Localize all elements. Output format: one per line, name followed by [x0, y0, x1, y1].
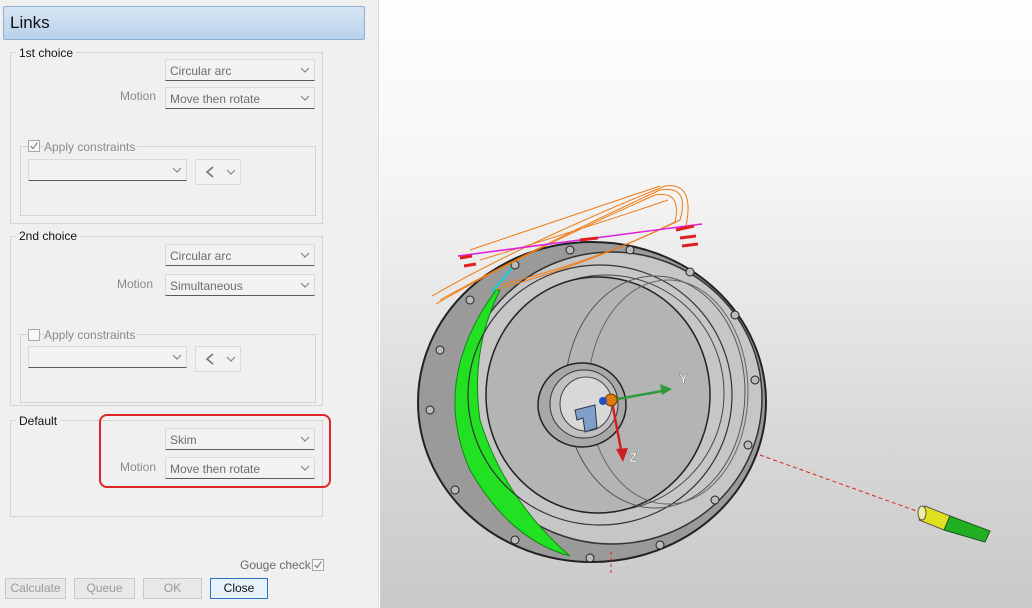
- second-choice-motion-select[interactable]: Simultaneous: [165, 274, 315, 296]
- first-choice-label: 1st choice: [16, 46, 77, 60]
- chevron-down-icon: [300, 252, 310, 258]
- chevron-down-icon: [226, 356, 236, 362]
- first-choice-apply-constraints-checkbox[interactable]: [28, 140, 40, 152]
- first-choice-constraint-select[interactable]: [28, 159, 187, 181]
- first-choice-motion-value: Move then rotate: [170, 92, 261, 106]
- second-choice-motion-value: Simultaneous: [170, 279, 243, 293]
- close-button[interactable]: Close: [210, 578, 268, 599]
- chevron-down-icon: [300, 282, 310, 288]
- dialog-title: Links: [10, 13, 50, 32]
- second-choice-link-type-value: Circular arc: [170, 249, 232, 263]
- ok-button[interactable]: OK: [143, 578, 202, 599]
- first-choice-comparator-select[interactable]: [195, 159, 241, 185]
- default-highlight-box: [99, 414, 331, 488]
- second-choice-constraints-group: [20, 334, 316, 403]
- links-dialog: Links 1st choice Circular arc Motion Mov…: [0, 0, 379, 608]
- default-label: Default: [16, 414, 61, 428]
- axis-z-label: Z: [629, 450, 637, 465]
- chevron-down-icon: [300, 67, 310, 73]
- checkmark-icon: [314, 561, 322, 569]
- gouge-check-label: Gouge check: [240, 558, 311, 572]
- second-choice-link-type-select[interactable]: Circular arc: [165, 244, 315, 266]
- chevron-down-icon: [172, 354, 182, 360]
- less-than-icon: [205, 166, 214, 178]
- cutting-tool: [917, 505, 991, 543]
- first-choice-apply-constraints-label: Apply constraints: [44, 140, 138, 154]
- less-than-icon: [205, 353, 214, 365]
- chevron-down-icon: [300, 95, 310, 101]
- origin-marker-blue: [599, 397, 607, 405]
- dialog-title-bar: Links: [3, 6, 365, 40]
- first-choice-constraints-group: [20, 146, 316, 216]
- second-choice-comparator-select[interactable]: [195, 346, 241, 372]
- second-choice-constraint-select[interactable]: [28, 346, 187, 368]
- gouge-check-checkbox[interactable]: [312, 559, 324, 571]
- graphics-viewport[interactable]: Y Z: [380, 0, 1032, 608]
- chevron-down-icon: [226, 169, 236, 175]
- first-choice-motion-label: Motion: [120, 89, 157, 103]
- second-choice-apply-constraints-label: Apply constraints: [44, 328, 138, 342]
- tool-link-dashed: [759, 454, 923, 514]
- first-choice-link-type-select[interactable]: Circular arc: [165, 59, 315, 81]
- second-choice-apply-constraints-checkbox[interactable]: [28, 329, 40, 341]
- queue-button[interactable]: Queue: [74, 578, 135, 599]
- viewport-scene: Y Z: [417, 185, 991, 575]
- calculate-button[interactable]: Calculate: [5, 578, 66, 599]
- first-choice-link-type-value: Circular arc: [170, 64, 232, 78]
- checkmark-icon: [30, 142, 38, 150]
- first-choice-motion-select[interactable]: Move then rotate: [165, 87, 315, 109]
- second-choice-label: 2nd choice: [16, 229, 81, 243]
- chevron-down-icon: [172, 167, 182, 173]
- axis-y-label: Y: [679, 371, 688, 386]
- second-choice-motion-label: Motion: [117, 277, 154, 291]
